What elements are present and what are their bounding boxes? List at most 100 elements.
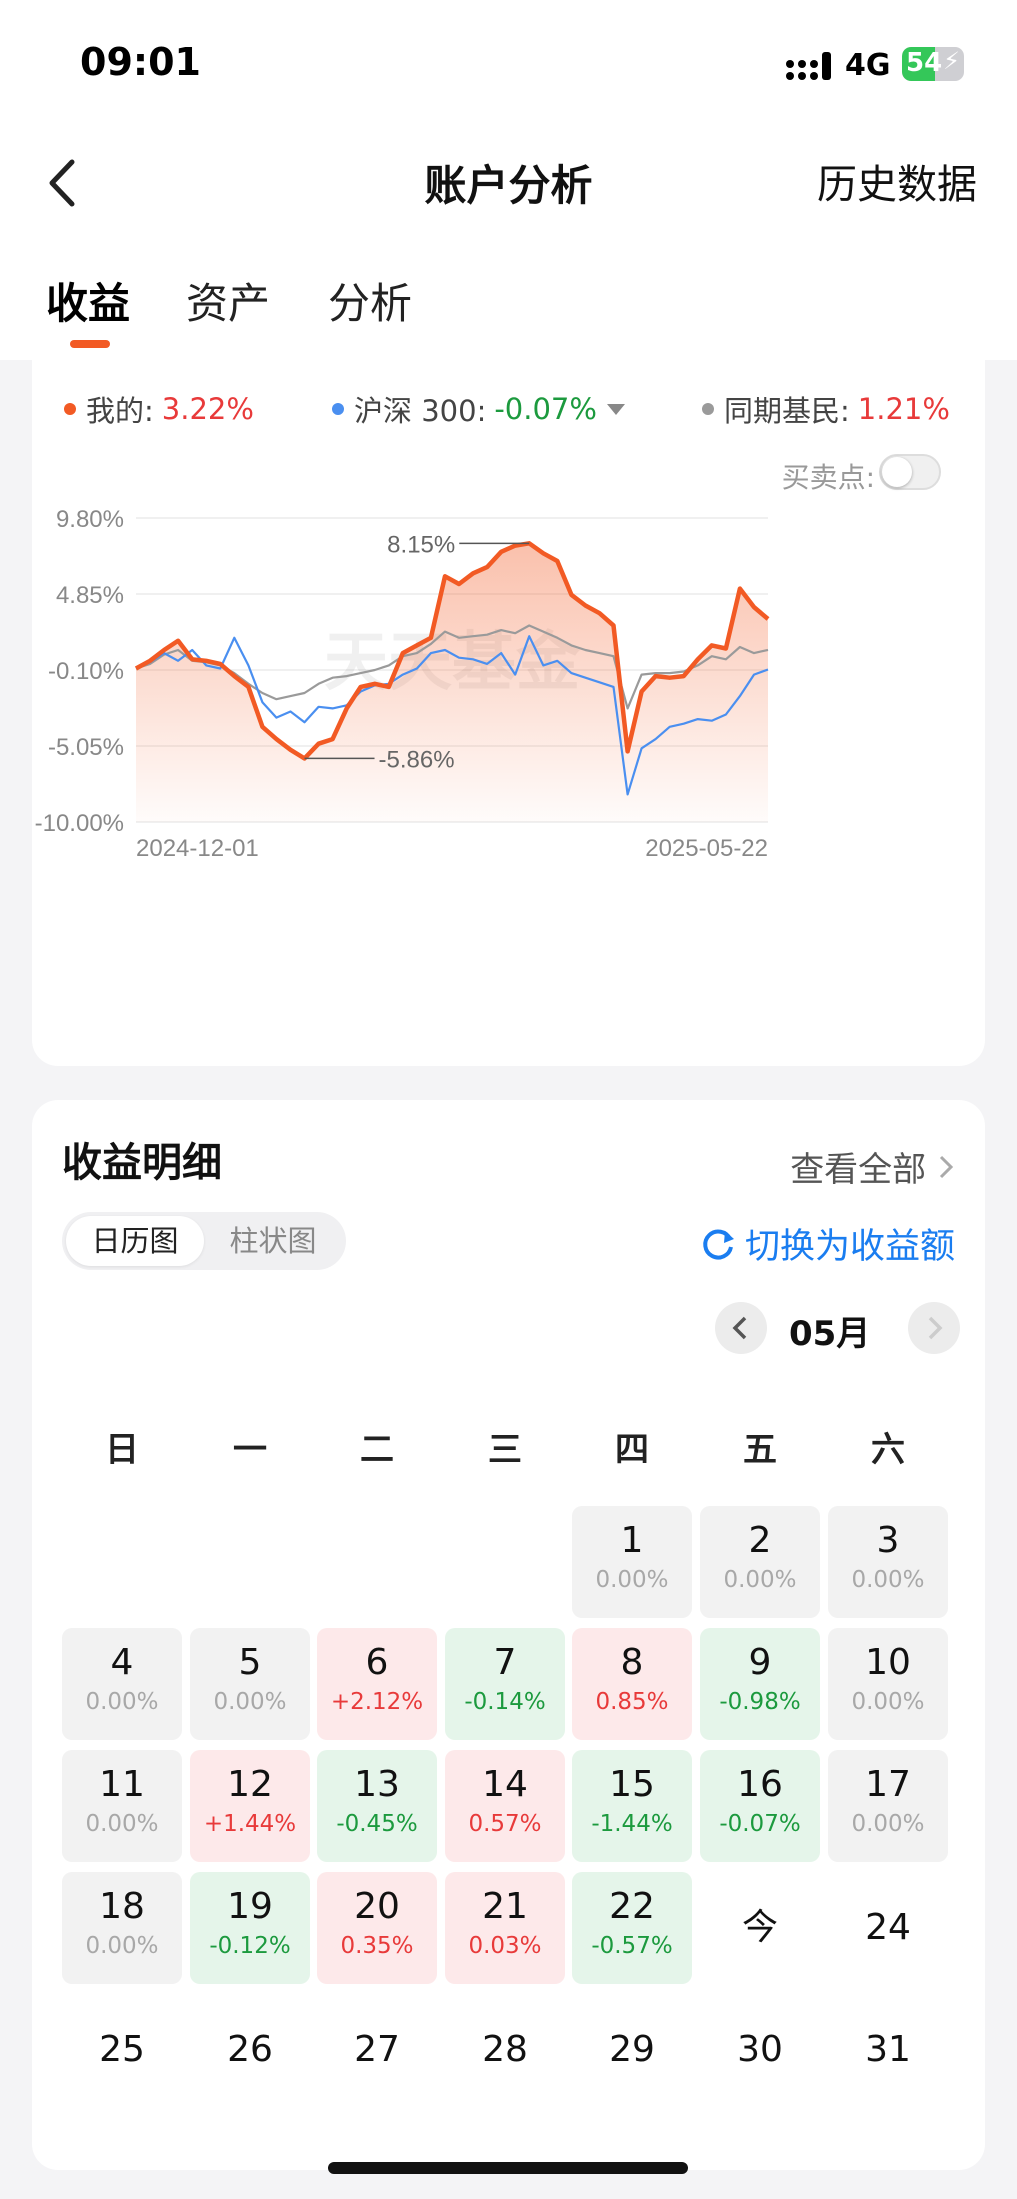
battery-icon: 54 ⚡: [902, 47, 964, 81]
day-return: -0.07%: [719, 1811, 801, 1837]
calendar-day[interactable]: 30: [700, 1994, 820, 2106]
day-return: 0.00%: [595, 1567, 669, 1593]
calendar-day[interactable]: 31: [828, 1994, 948, 2106]
calendar-day-cell[interactable]: 6 +2.12%: [317, 1628, 437, 1740]
next-month-button[interactable]: [908, 1302, 960, 1354]
y-tick-label: 4.85%: [56, 582, 124, 609]
x-end-label: 2025-05-22: [645, 835, 768, 862]
refresh-icon: [703, 1229, 734, 1260]
calendar-day-cell[interactable]: 10 0.00%: [828, 1628, 948, 1740]
day-return: 0.00%: [851, 1811, 925, 1837]
legend-dot-index: [332, 403, 344, 415]
calendar-day-cell[interactable]: 1 0.00%: [572, 1506, 692, 1618]
month-label: 05月: [789, 1314, 871, 1354]
y-tick-label: -5.05%: [48, 734, 124, 761]
calendar-day-cell[interactable]: 2 0.00%: [700, 1506, 820, 1618]
max-label: 8.15%: [387, 531, 455, 558]
calendar-day[interactable]: 24: [828, 1872, 948, 1984]
day-number: 12: [227, 1764, 273, 1805]
calendar-day-cell[interactable]: 9 -0.98%: [700, 1628, 820, 1740]
calendar-day-cell[interactable]: 8 0.85%: [572, 1628, 692, 1740]
view-all-label: 查看全部: [790, 1150, 927, 1190]
buy-sell-points-toggle[interactable]: [879, 454, 941, 490]
day-number: 9: [748, 1642, 772, 1683]
network-type: 4G: [845, 48, 891, 83]
day-number: 4: [110, 1642, 134, 1683]
day-number: 5: [238, 1642, 262, 1683]
calendar-day-cell[interactable]: 3 0.00%: [828, 1506, 948, 1618]
calendar-day-cell[interactable]: 22 -0.57%: [572, 1872, 692, 1984]
performance-chart-card: 我的: 3.22% 沪深 300: -0.07% 同期基民: 1.21% 买卖点…: [32, 360, 985, 1066]
legend-index-label: 沪深 300:: [354, 394, 487, 428]
day-number: 20: [354, 1886, 400, 1927]
calendar-day-cell[interactable]: 7 -0.14%: [445, 1628, 565, 1740]
day-number: 6: [365, 1642, 389, 1683]
weekday-label: 四: [615, 1430, 649, 1470]
calendar-day-cell[interactable]: 13 -0.45%: [317, 1750, 437, 1862]
tab-underline: [70, 340, 110, 348]
legend-dot-peer: [702, 403, 714, 415]
day-number: 14: [482, 1764, 528, 1805]
calendar-day[interactable]: 28: [445, 1994, 565, 2106]
calendar-day[interactable]: 26: [190, 1994, 310, 2106]
calendar-day-cell[interactable]: 16 -0.07%: [700, 1750, 820, 1862]
day-number: 19: [227, 1886, 273, 1927]
view-mode-segmented-control: 日历图 柱状图: [62, 1212, 346, 1270]
charging-icon: ⚡: [943, 47, 960, 75]
legend-peer: 同期基民: 1.21%: [702, 388, 950, 430]
day-number: 22: [609, 1886, 655, 1927]
day-return: 0.00%: [85, 1933, 159, 1959]
tab-analysis[interactable]: 分析: [328, 270, 412, 331]
calendar-day[interactable]: 27: [317, 1994, 437, 2106]
segment-calendar[interactable]: 日历图: [66, 1216, 204, 1266]
weekday-label: 日: [105, 1430, 139, 1470]
segment-bar-chart[interactable]: 柱状图: [204, 1216, 342, 1266]
legend-dot-mine: [64, 403, 76, 415]
day-return: 0.00%: [213, 1689, 287, 1715]
calendar-day-cell[interactable]: 18 0.00%: [62, 1872, 182, 1984]
battery-percent: 54: [906, 48, 943, 78]
day-return: -0.98%: [719, 1689, 801, 1715]
weekday-label: 六: [871, 1430, 905, 1470]
calendar-day-cell[interactable]: 14 0.57%: [445, 1750, 565, 1862]
calendar-day[interactable]: 今: [700, 1872, 820, 1984]
day-number: 16: [737, 1764, 783, 1805]
calendar-day-cell[interactable]: 19 -0.12%: [190, 1872, 310, 1984]
day-return: 0.00%: [85, 1811, 159, 1837]
day-number: 13: [354, 1764, 400, 1805]
history-data-link[interactable]: 历史数据: [817, 152, 977, 210]
calendar-day-cell[interactable]: 4 0.00%: [62, 1628, 182, 1740]
calendar-day-cell[interactable]: 15 -1.44%: [572, 1750, 692, 1862]
day-return: -0.12%: [209, 1933, 291, 1959]
day-number: 18: [99, 1886, 145, 1927]
view-all-link[interactable]: 查看全部: [790, 1142, 955, 1191]
calendar-day-cell[interactable]: 5 0.00%: [190, 1628, 310, 1740]
weekday-label: 一: [233, 1430, 267, 1470]
day-number: 2: [748, 1520, 772, 1561]
tab-assets[interactable]: 资产: [186, 270, 270, 331]
tab-earnings[interactable]: 收益: [46, 270, 130, 331]
calendar-day-cell[interactable]: 17 0.00%: [828, 1750, 948, 1862]
y-tick-label: 9.80%: [56, 506, 124, 533]
day-return: 0.03%: [468, 1933, 542, 1959]
day-return: -0.45%: [336, 1811, 418, 1837]
status-time: 09:01: [80, 40, 201, 84]
calendar-day[interactable]: 29: [572, 1994, 692, 2106]
legend-index[interactable]: 沪深 300: -0.07%: [332, 388, 627, 430]
buy-sell-points-label: 买卖点:: [781, 461, 875, 494]
calendar-day-cell[interactable]: 20 0.35%: [317, 1872, 437, 1984]
day-number: 1: [620, 1520, 644, 1561]
calendar-day-cell[interactable]: 21 0.03%: [445, 1872, 565, 1984]
calendar-day[interactable]: 25: [62, 1994, 182, 2106]
prev-month-button[interactable]: [715, 1302, 767, 1354]
calendar-day-cell[interactable]: 11 0.00%: [62, 1750, 182, 1862]
day-return: 0.57%: [468, 1811, 542, 1837]
header: 账户分析 历史数据 收益 资产 分析: [0, 120, 1017, 360]
y-tick-label: -10.00%: [35, 810, 124, 837]
day-return: 0.00%: [723, 1567, 797, 1593]
calendar-day-cell[interactable]: 12 +1.44%: [190, 1750, 310, 1862]
day-number: 10: [865, 1642, 911, 1683]
switch-to-amount-link[interactable]: 切换为收益额: [699, 1218, 955, 1269]
weekday-label: 五: [743, 1430, 777, 1470]
day-return: +2.12%: [330, 1689, 424, 1715]
